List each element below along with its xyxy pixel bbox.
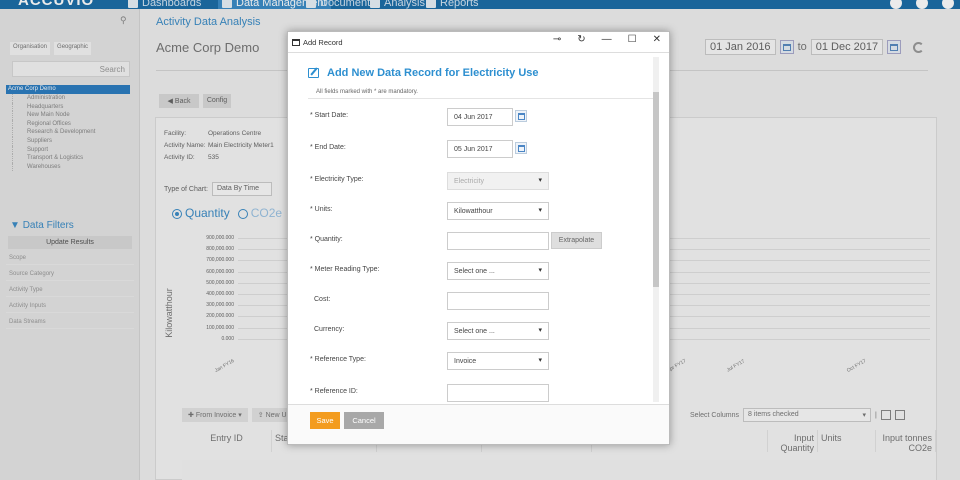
refresh-icon[interactable]: ↻ [577,34,585,45]
reference-id-row: * Reference ID: [310,384,640,402]
calendar-icon[interactable] [515,142,527,154]
electricity-type-label: * Electricity Type: [310,176,364,183]
currency-select[interactable]: Select one ... [447,322,549,340]
units-row: * Units: Kilowatthour [310,202,640,220]
meter-reading-select[interactable]: Select one ... [447,262,549,280]
units-select[interactable]: Kilowatthour [447,202,549,220]
quantity-row: * Quantity: Extrapolate [310,232,650,250]
modal-body: Add New Data Record for Electricity Use … [288,53,669,403]
save-button[interactable]: Save [310,412,340,429]
currency-label: Currency: [314,326,345,333]
edit-icon [308,68,319,78]
reference-type-select[interactable]: Invoice [447,352,549,370]
electricity-type-select: Electricity [447,172,549,190]
modal-footer: Save Cancel [288,404,669,444]
modal-heading-text: Add New Data Record for Electricity Use [327,67,539,79]
meter-reading-label: * Meter Reading Type: [310,266,380,273]
currency-row: Currency: Select one ... [310,322,640,340]
window-controls: ⊸ ↻ — ☐ ✕ [553,34,661,45]
modal-heading: Add New Data Record for Electricity Use [308,67,539,79]
window-icon [292,38,300,46]
start-date-row: * Start Date: 04 Jun 2017 [310,108,640,126]
modal-scrollbar[interactable] [653,57,659,402]
divider [308,98,653,99]
cost-row: Cost: [310,292,640,310]
extrapolate-button[interactable]: Extrapolate [551,232,602,249]
units-label: * Units: [310,206,333,213]
end-date-label: * End Date: [310,144,346,151]
mandatory-note: All fields marked with * are mandatory. [316,89,418,95]
reference-id-input[interactable] [447,384,549,402]
reference-type-row: * Reference Type: Invoice [310,352,640,370]
cost-label: Cost: [314,296,331,303]
end-date-field[interactable]: 05 Jun 2017 [447,140,513,158]
meter-reading-row: * Meter Reading Type: Select one ... [310,262,640,280]
start-date-label: * Start Date: [310,112,349,119]
cancel-button[interactable]: Cancel [344,412,384,429]
modal-window-title: Add Record [303,37,343,47]
minimize-icon[interactable]: — [602,34,612,45]
pin-icon[interactable]: ⊸ [553,34,561,45]
calendar-icon[interactable] [515,110,527,122]
start-date-field[interactable]: 04 Jun 2017 [447,108,513,126]
add-record-modal: Add Record ⊸ ↻ — ☐ ✕ Add New Data Record… [287,31,670,445]
quantity-label: * Quantity: [310,236,343,243]
reference-type-label: * Reference Type: [310,356,366,363]
quantity-input[interactable] [447,232,549,250]
maximize-icon[interactable]: ☐ [628,34,637,45]
end-date-row: * End Date: 05 Jun 2017 [310,140,640,158]
close-icon[interactable]: ✕ [653,34,661,45]
electricity-type-row: * Electricity Type: Electricity [310,172,640,190]
reference-id-label: * Reference ID: [310,388,358,395]
modal-titlebar: Add Record ⊸ ↻ — ☐ ✕ [288,32,669,53]
cost-input[interactable] [447,292,549,310]
